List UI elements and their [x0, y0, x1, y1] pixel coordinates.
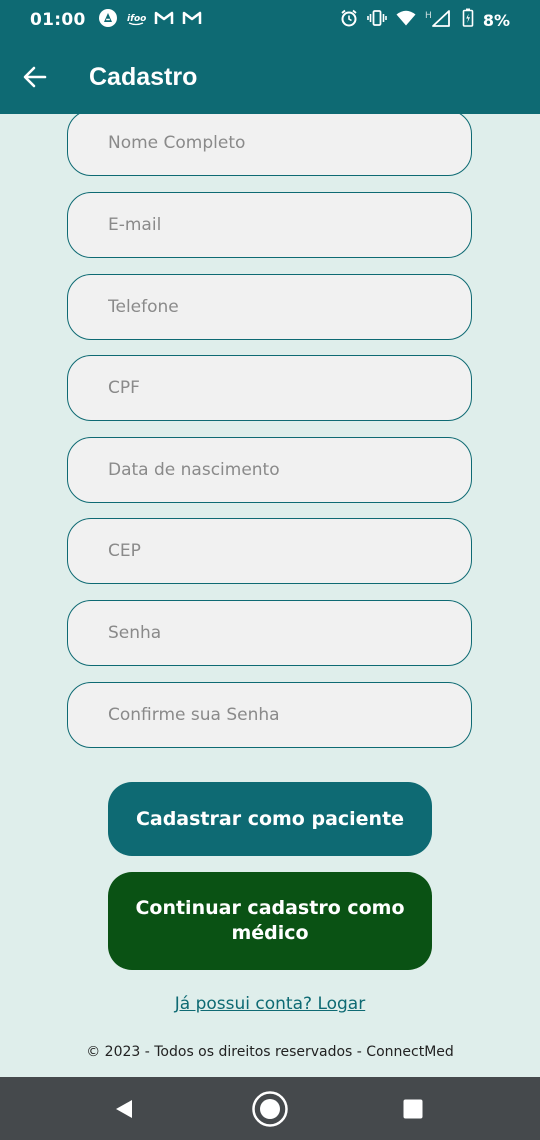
- phone-field[interactable]: [108, 275, 471, 339]
- app-a-icon: [98, 8, 118, 33]
- email-field-container: [67, 192, 472, 258]
- continue-doctor-label: Continuar cadastro como médico: [135, 897, 405, 944]
- password-field-container: [67, 600, 472, 666]
- wifi-icon: [396, 10, 416, 31]
- system-status-icons: H 8%: [340, 8, 510, 32]
- carrier-logo-icon: ifood: [126, 10, 153, 31]
- full-name-field-container: [67, 114, 472, 176]
- register-form: Cadastrar como paciente Continuar cadast…: [0, 114, 540, 1077]
- footer-copyright: © 2023 - Todos os direitos reservados - …: [86, 1044, 454, 1060]
- h-signal-icon: H: [425, 9, 453, 32]
- svg-text:H: H: [425, 11, 432, 21]
- register-patient-label: Cadastrar como paciente: [135, 807, 405, 830]
- nav-home-button[interactable]: [250, 1089, 290, 1129]
- nav-recents-button[interactable]: [397, 1093, 429, 1125]
- back-triangle-icon: [116, 1100, 132, 1118]
- cep-field-container: [67, 518, 472, 584]
- phone-field-container: [67, 274, 472, 340]
- confirm-password-field-container: [67, 682, 472, 748]
- vibrate-icon: [367, 9, 387, 32]
- gmail-icon: [154, 10, 174, 31]
- status-time: 01:00: [30, 10, 86, 30]
- page-title: Cadastro: [89, 62, 198, 91]
- notification-icons: ifood: [98, 8, 202, 33]
- cpf-field-container: [67, 355, 472, 421]
- alarm-icon: [340, 9, 358, 32]
- nav-back-button[interactable]: [108, 1093, 140, 1125]
- login-link[interactable]: Já possui conta? Logar: [175, 994, 365, 1014]
- status-bar: 01:00 ifood H 8%: [0, 0, 540, 40]
- login-link-container: Já possui conta? Logar: [0, 994, 540, 1014]
- battery-percent: 8%: [482, 10, 510, 30]
- birth-date-field-container: [67, 437, 472, 503]
- back-button[interactable]: [20, 62, 50, 92]
- battery-icon: [462, 8, 474, 32]
- arrow-left-icon: [23, 66, 47, 88]
- navigation-bar: [0, 1077, 540, 1140]
- cep-field[interactable]: [108, 519, 471, 583]
- register-patient-button[interactable]: Cadastrar como paciente: [108, 782, 432, 856]
- cpf-field[interactable]: [108, 356, 471, 420]
- email-field[interactable]: [108, 193, 471, 257]
- gmail-icon: [182, 10, 202, 31]
- home-circle-icon: [252, 1091, 288, 1127]
- app-bar: Cadastro: [0, 40, 540, 114]
- continue-doctor-button[interactable]: Continuar cadastro como médico: [108, 872, 432, 970]
- recents-square-icon: [403, 1099, 423, 1119]
- svg-text:ifood: ifood: [127, 14, 146, 24]
- birth-date-field[interactable]: [108, 438, 471, 502]
- password-field[interactable]: [108, 601, 471, 665]
- confirm-password-field[interactable]: [108, 683, 471, 747]
- full-name-field[interactable]: [108, 114, 471, 175]
